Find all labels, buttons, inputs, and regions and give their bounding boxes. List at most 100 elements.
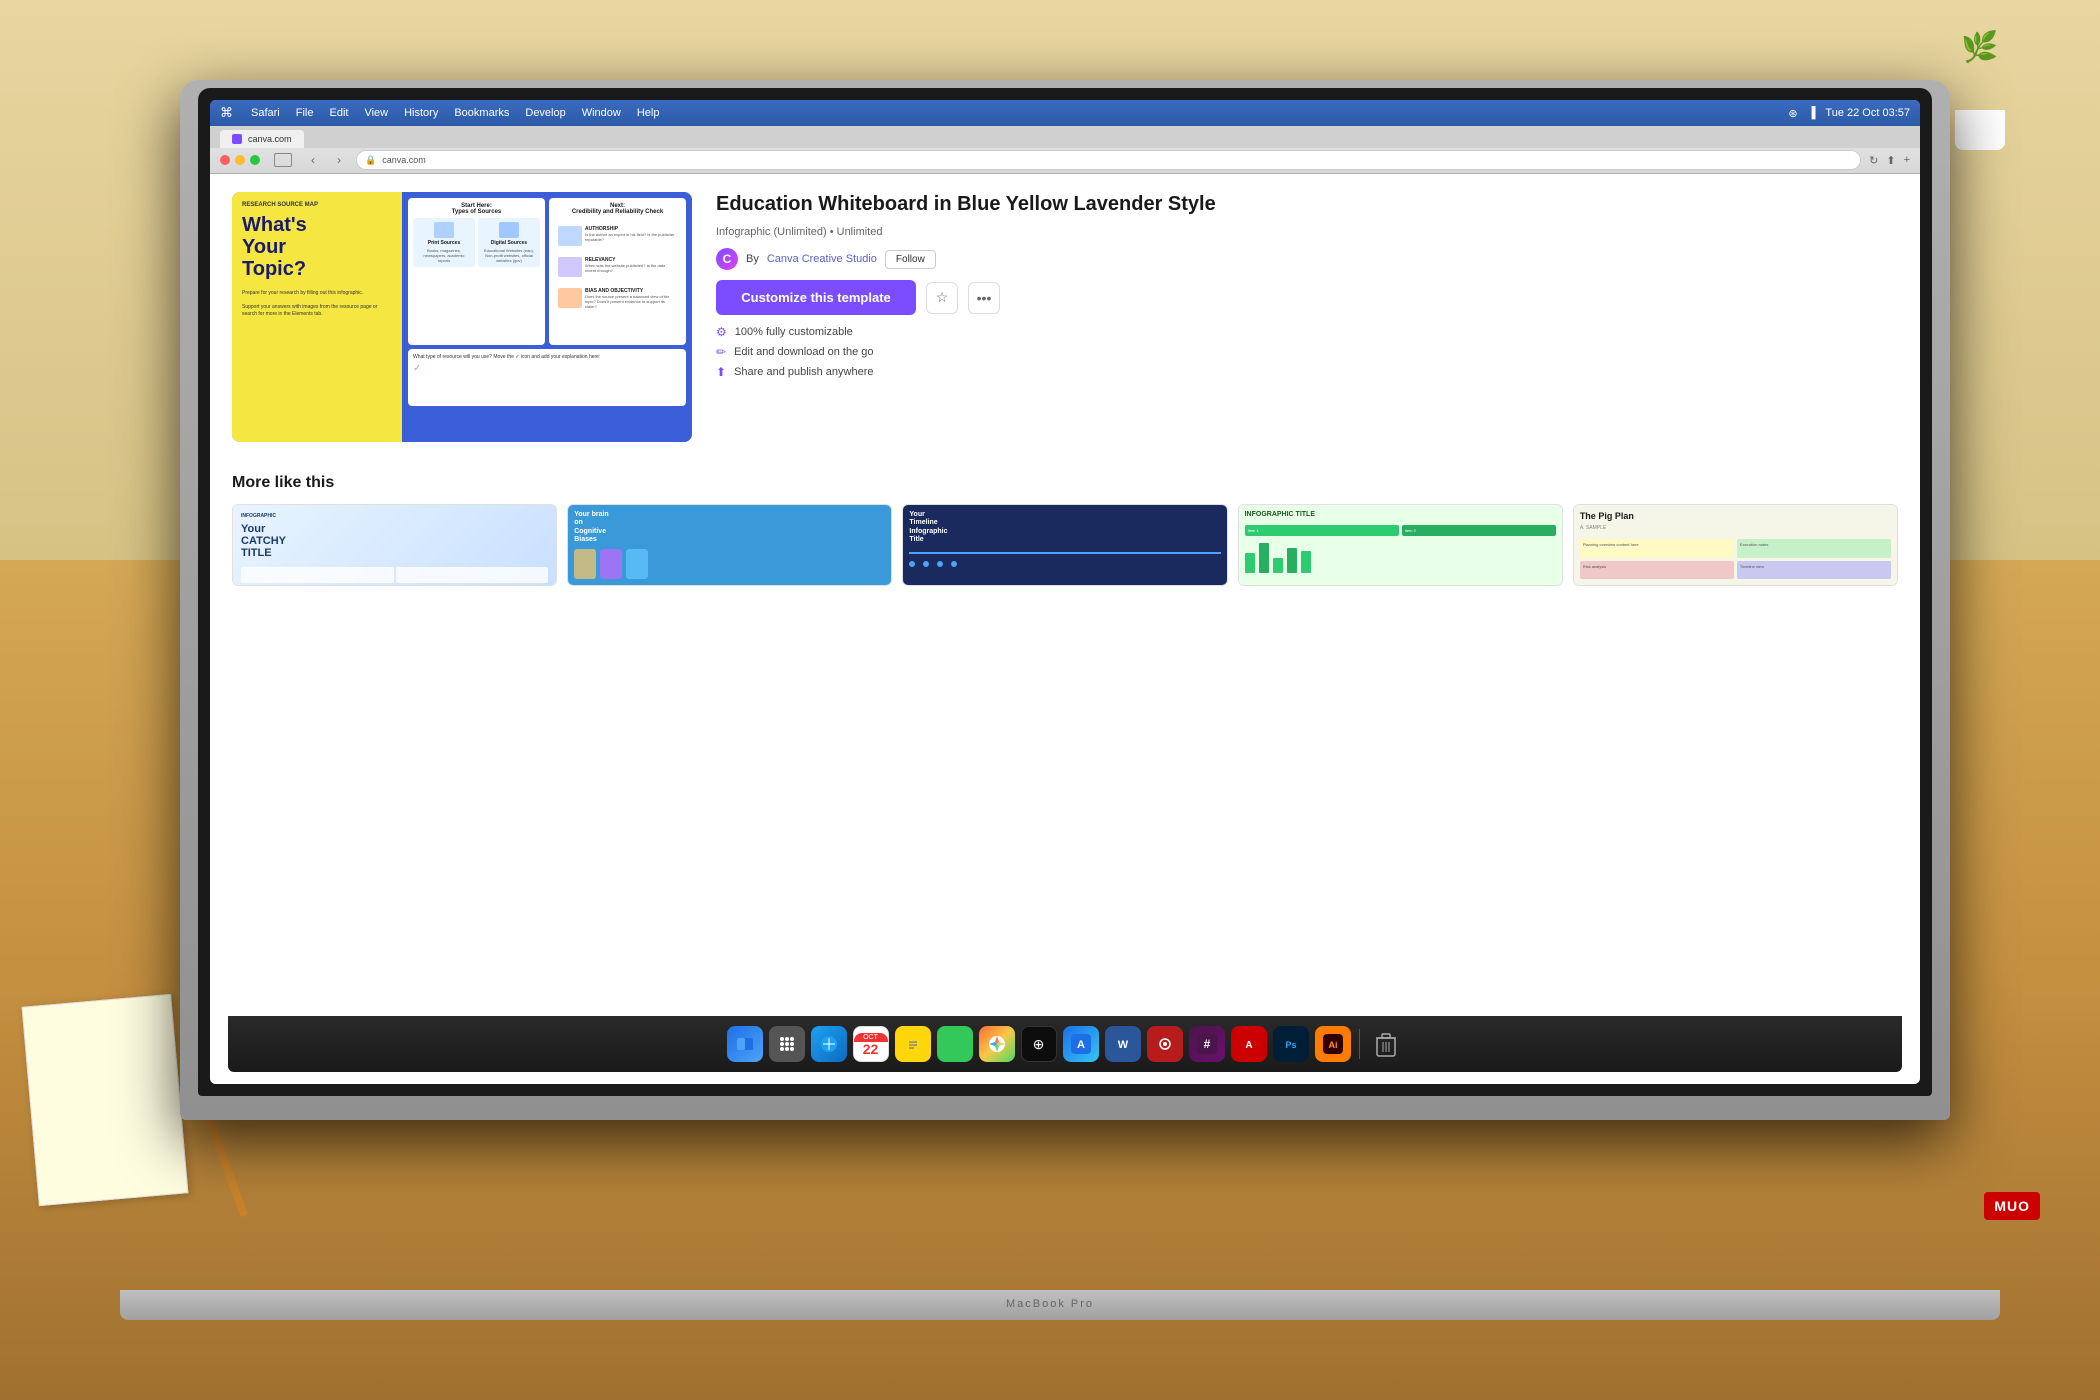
menu-safari[interactable]: Safari [251, 107, 280, 119]
address-bar[interactable]: 🔒 canva.com [356, 150, 1861, 170]
timeline-line [909, 552, 1220, 554]
bookmark-button[interactable]: ☆ [926, 282, 958, 314]
menu-view[interactable]: View [364, 107, 388, 119]
minimize-button[interactable] [235, 155, 245, 165]
digital-sources: Digital Sources Educational Websites (ed… [478, 218, 540, 267]
thumbnail-pig-plan[interactable]: The Pig Plan A. SAMPLE Planning overview… [1573, 504, 1898, 586]
edit-icon: ✏ [716, 345, 726, 359]
menu-develop[interactable]: Develop [525, 107, 565, 119]
pig-grid: Planning overview content here Execution… [1580, 539, 1891, 579]
muo-watermark: MUO [1984, 1192, 2040, 1220]
more-title: More like this [232, 474, 1898, 492]
print-body: Books, magazines, newspapers, academic r… [417, 248, 471, 263]
maximize-button[interactable] [250, 155, 260, 165]
print-icon [434, 222, 454, 238]
more-like-this-section: More like this INFOGRAPHIC YourCATCHYTIT… [210, 460, 1920, 606]
digital-icon [499, 222, 519, 238]
dock-illustrator[interactable]: Ai [1315, 1026, 1351, 1062]
dock-safari[interactable] [811, 1026, 847, 1062]
svg-text:Ai: Ai [1328, 1040, 1337, 1050]
plant-leaves: 🌿 [1961, 30, 1998, 65]
dock-resolve[interactable] [1147, 1026, 1183, 1062]
authorship-card: AUTHORSHIP Is the author an expert in hi… [554, 222, 681, 250]
dock-trash[interactable] [1368, 1026, 1404, 1062]
add-tab-icon[interactable]: + [1904, 154, 1910, 166]
ig-start-title: Start Here:Types of Sources [413, 203, 540, 215]
menu-help[interactable]: Help [637, 107, 660, 119]
svg-text:#: # [1203, 1037, 1210, 1051]
ig-credibility-card: Next:Credibility and Reliability Check A… [549, 198, 686, 345]
relevancy-card: RELEVANCY When was the website published… [554, 253, 681, 281]
dock-word[interactable]: W [1105, 1026, 1141, 1062]
dock: OCT 22 ⊕ A W [228, 1016, 1902, 1072]
follow-button[interactable]: Follow [885, 250, 936, 269]
svg-text:W: W [1117, 1039, 1128, 1051]
ig-source-row: Print Sources Books, magazines, newspape… [413, 218, 540, 267]
tab-favicon [232, 134, 242, 144]
battery-icon: ▐ [1808, 107, 1816, 119]
template-meta: Infographic (Unlimited) • Unlimited [716, 226, 1898, 238]
more-options-button[interactable]: ••• [968, 282, 1000, 314]
dock-notes[interactable] [895, 1026, 931, 1062]
feature-item-2: ✏ Edit and download on the go [716, 345, 1898, 359]
feature-text-1: 100% fully customizable [735, 326, 853, 338]
ig-start-card: Start Here:Types of Sources Print Source… [408, 198, 545, 345]
traffic-lights [220, 155, 260, 165]
svg-text:A: A [1245, 1040, 1252, 1051]
share-icon[interactable]: ⬆ [1886, 154, 1895, 167]
authorship-text: AUTHORSHIP Is the author an expert in hi… [585, 226, 677, 242]
apple-menu[interactable]: ⌘ [220, 105, 233, 121]
feature-item-1: ⚙ 100% fully customizable [716, 325, 1898, 339]
menu-edit[interactable]: Edit [329, 107, 348, 119]
template-actions: Customize this template ☆ ••• [716, 280, 1898, 315]
authorship-icon [558, 226, 582, 246]
dock-slack[interactable]: # [1189, 1026, 1225, 1062]
template-title: Education Whiteboard in Blue Yellow Lave… [716, 192, 1898, 216]
menu-history[interactable]: History [404, 107, 438, 119]
feature-list: ⚙ 100% fully customizable ✏ Edit and dow… [716, 325, 1898, 379]
infographic-preview[interactable]: RESEARCH SOURCE MAP What'sYourTopic? Pre… [232, 192, 692, 442]
menu-bookmarks[interactable]: Bookmarks [454, 107, 509, 119]
bias-icon [558, 288, 582, 308]
dock-finder[interactable] [727, 1026, 763, 1062]
forward-button[interactable]: › [330, 151, 348, 169]
green-bars [1245, 543, 1556, 573]
customize-button[interactable]: Customize this template [716, 280, 916, 315]
digital-body: Educational Websites (edu), Non-profit w… [482, 248, 536, 263]
dock-calendar[interactable]: OCT 22 [853, 1026, 889, 1062]
dock-launchpad[interactable] [769, 1026, 805, 1062]
dock-acrobat[interactable]: A [1231, 1026, 1267, 1062]
author-avatar: C [716, 248, 738, 270]
dock-messages[interactable] [937, 1026, 973, 1062]
sidebar-toggle[interactable] [274, 153, 292, 167]
menu-file[interactable]: File [296, 107, 314, 119]
svg-text:A: A [1077, 1039, 1085, 1051]
reload-icon[interactable]: ↻ [1869, 154, 1878, 167]
dock-appstore[interactable]: A [1063, 1026, 1099, 1062]
main-question: What'sYourTopic? [242, 214, 392, 280]
thumbnail-timeline[interactable]: YourTimelineInfographicTitle [902, 504, 1227, 586]
pig-plan-title: The Pig Plan [1580, 511, 1891, 521]
feature-text-2: Edit and download on the go [734, 346, 873, 358]
active-tab[interactable]: canva.com [220, 130, 304, 148]
dock-chatgpt[interactable]: ⊕ [1021, 1026, 1057, 1062]
dock-photoshop[interactable]: Ps [1273, 1026, 1309, 1062]
thumbnail-cognitive-biases[interactable]: Your brainonCognitiveBiases [567, 504, 892, 586]
page-content: RESEARCH SOURCE MAP What'sYourTopic? Pre… [210, 174, 1920, 1084]
research-label: RESEARCH SOURCE MAP [242, 202, 392, 208]
dock-photos[interactable] [979, 1026, 1015, 1062]
thumbnails-row: INFOGRAPHIC YourCATCHYTITLE [232, 504, 1898, 586]
print-sources: Print Sources Books, magazines, newspape… [413, 218, 475, 267]
thumbnail-catchy-title[interactable]: INFOGRAPHIC YourCATCHYTITLE [232, 504, 557, 586]
thumbnail-green-infographic[interactable]: INFOGRAPHIC TITLE Item 1 Item 2 [1238, 504, 1563, 586]
ig-body-text: Prepare for your research by filling out… [242, 290, 392, 318]
back-button[interactable]: ‹ [304, 151, 322, 169]
print-label: Print Sources [428, 240, 461, 246]
clock: Tue 22 Oct 03:57 [1825, 107, 1910, 119]
close-button[interactable] [220, 155, 230, 165]
template-author-row: C By Canva Creative Studio Follow [716, 248, 1898, 270]
author-name[interactable]: Canva Creative Studio [767, 253, 877, 265]
menu-window[interactable]: Window [582, 107, 621, 119]
browser-chrome: canva.com ‹ › 🔒 canva.com [210, 126, 1920, 174]
catchy-title-text: YourCATCHYTITLE [241, 523, 548, 559]
